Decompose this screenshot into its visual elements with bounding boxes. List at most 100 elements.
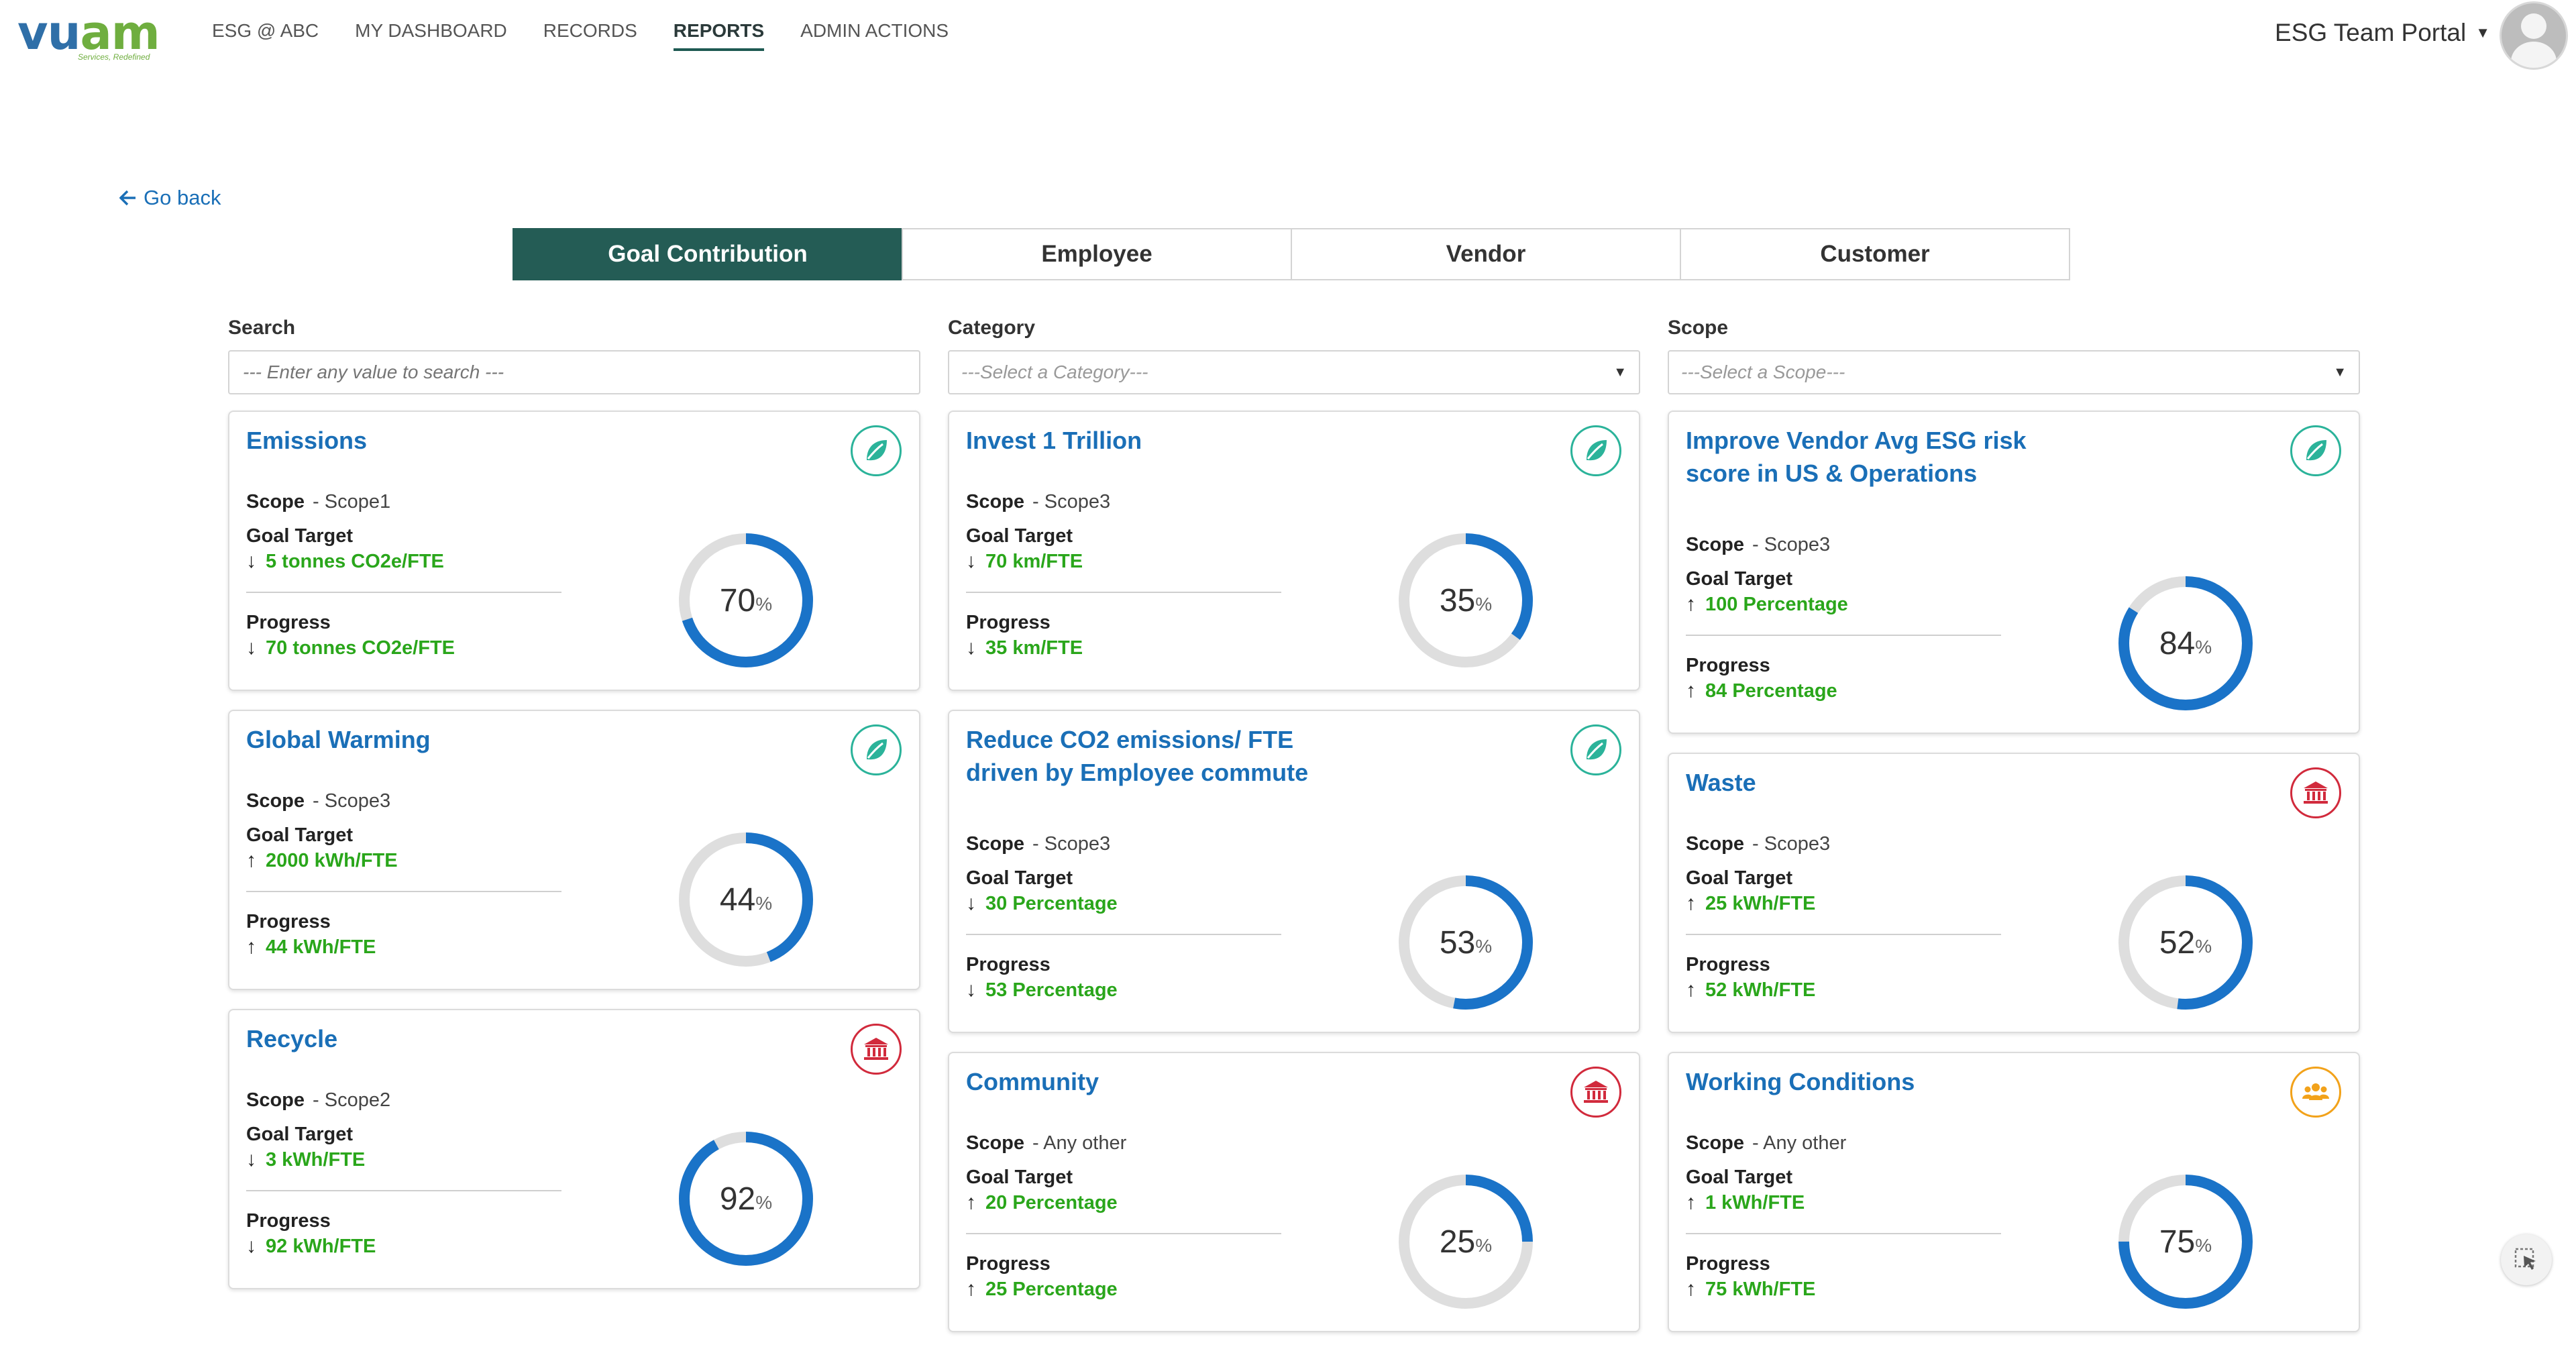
goal-card[interactable]: Reduce CO2 emissions/ FTE driven by Empl… (948, 710, 1640, 1033)
card-details: Scope - Any other Goal Target ↑ 20 Percentag… (966, 1132, 1281, 1301)
card-title[interactable]: Recycle (246, 1022, 595, 1055)
card-title[interactable]: Emissions (246, 424, 595, 457)
card-title[interactable]: Working Conditions (1686, 1065, 2035, 1098)
category-select[interactable]: ---Select a Category--- ▼ (948, 350, 1640, 394)
search-label: Search (228, 317, 296, 339)
card-category-badge (851, 1024, 902, 1075)
card-title[interactable]: Waste (1686, 766, 2035, 799)
report-tabs: Goal Contribution Employee Vendor Custom… (513, 228, 2070, 280)
cards-column-1: Emissions Scope - Scope1 Goal Target ↓ 5 tonn… (228, 411, 920, 1308)
divider (1686, 635, 2001, 636)
percent-number: 92 (719, 1181, 756, 1217)
cards-column-2: Invest 1 Trillion Scope - Scope3 Goal Targe… (948, 411, 1640, 1351)
search-filter: Search (228, 317, 920, 394)
divider (246, 891, 561, 892)
card-category-badge (2290, 767, 2341, 818)
arrow-up-icon: ↑ (1686, 593, 1696, 615)
tab-goal-contribution[interactable]: Goal Contribution (513, 228, 903, 280)
scope-value: - Scope3 (1752, 833, 1831, 855)
goal-card[interactable]: Working Conditions Scope - Any other Goal T… (1668, 1052, 2360, 1332)
tab-customer[interactable]: Customer (1680, 228, 2070, 280)
bank-icon (864, 1038, 888, 1060)
goal-target-value: ↑ 100 Percentage (1686, 593, 2001, 616)
percent-sign: % (1475, 1235, 1493, 1256)
arrow-up-icon: ↑ (1686, 680, 1696, 702)
progress-label: Progress (1686, 954, 1770, 975)
divider (246, 1190, 561, 1191)
goal-card[interactable]: Waste Scope - Scope3 Goal Target ↑ 25 kWh/FTE… (1668, 753, 2360, 1033)
category-filter: Category ---Select a Category--- ▼ (948, 317, 1640, 394)
goal-target-label: Goal Target (246, 824, 353, 846)
assist-button[interactable] (2501, 1234, 2552, 1285)
goal-card[interactable]: Invest 1 Trillion Scope - Scope3 Goal Targe… (948, 411, 1640, 691)
goal-target-label: Goal Target (966, 525, 1073, 547)
progress-donut: 84% (2115, 573, 2256, 714)
goal-card[interactable]: Improve Vendor Avg ESG risk score in US … (1668, 411, 2360, 734)
progress-text: 92 kWh/FTE (266, 1235, 376, 1257)
scope-label: Scope (966, 833, 1025, 855)
goal-target-value: ↑ 1 kWh/FTE (1686, 1191, 2001, 1214)
search-input[interactable] (241, 361, 888, 384)
nav-item-my-dashboard[interactable]: MY DASHBOARD (355, 20, 507, 51)
tab-vendor[interactable]: Vendor (1291, 228, 1681, 280)
arrow-up-icon: ↑ (1686, 892, 1696, 914)
progress-text: 52 kWh/FTE (1705, 979, 1816, 1001)
progress-label: Progress (246, 911, 331, 932)
progress-text: 44 kWh/FTE (266, 936, 376, 958)
progress-donut: 25% (1395, 1171, 1536, 1312)
donut-percent-label: 84% (2115, 573, 2256, 714)
card-title[interactable]: Invest 1 Trillion (966, 424, 1315, 457)
goal-card[interactable]: Global Warming Scope - Scope3 Goal Target ↑ 2… (228, 710, 920, 990)
leaf-icon (867, 440, 887, 461)
arrow-up-icon: ↑ (966, 1278, 976, 1300)
scope-select[interactable]: ---Select a Scope--- ▼ (1668, 350, 2360, 394)
progress-text: 35 km/FTE (985, 637, 1083, 659)
goal-target-text: 3 kWh/FTE (266, 1148, 366, 1171)
nav-item-records[interactable]: RECORDS (543, 20, 637, 51)
go-back-link[interactable]: Go back (119, 186, 221, 210)
card-title[interactable]: Global Warming (246, 723, 595, 756)
progress-value: ↑ 25 Percentage (966, 1278, 1281, 1301)
nav-item-reports[interactable]: REPORTS (673, 20, 765, 51)
progress-label: Progress (1686, 655, 1770, 676)
scope-line: Scope - Any other (966, 1132, 1281, 1154)
arrow-up-icon: ↑ (1686, 979, 1696, 1001)
progress-label: Progress (1686, 1253, 1770, 1275)
percent-number: 75 (2159, 1224, 2196, 1260)
divider (1686, 1233, 2001, 1234)
card-category-badge (1570, 425, 1621, 476)
goal-card[interactable]: Recycle Scope - Scope2 Goal Target ↓ 3 kWh/FT… (228, 1009, 920, 1289)
card-title[interactable]: Reduce CO2 emissions/ FTE driven by Empl… (966, 723, 1315, 789)
progress-label: Progress (246, 612, 331, 633)
scope-line: Scope - Scope3 (1686, 534, 2001, 556)
arrow-up-icon: ↑ (246, 936, 256, 958)
goal-target-text: 2000 kWh/FTE (266, 849, 398, 871)
card-details: Scope - Any other Goal Target ↑ 1 kWh/FTE Pro… (1686, 1132, 2001, 1301)
percent-number: 44 (719, 881, 756, 918)
scope-label: Scope (246, 1089, 305, 1111)
goal-card[interactable]: Emissions Scope - Scope1 Goal Target ↓ 5 tonn… (228, 411, 920, 691)
arrow-down-icon: ↓ (966, 979, 976, 1001)
nav-item-esg[interactable]: ESG @ ABC (212, 20, 319, 51)
goal-target-value: ↓ 3 kWh/FTE (246, 1148, 561, 1171)
user-avatar[interactable] (2500, 1, 2568, 70)
percent-sign: % (755, 1192, 773, 1213)
progress-value: ↓ 70 tonnes CO2e/FTE (246, 637, 561, 659)
card-details: Scope - Scope3 Goal Target ↑ 100 Percentage P… (1686, 534, 2001, 702)
arrow-down-icon: ↓ (966, 892, 976, 914)
card-category-badge (851, 724, 902, 775)
donut-percent-label: 35% (1395, 530, 1536, 671)
scope-filter: Scope ---Select a Scope--- ▼ (1668, 317, 2360, 394)
nav-item-admin-actions[interactable]: ADMIN ACTIONS (800, 20, 949, 51)
goal-target-value: ↑ 25 kWh/FTE (1686, 892, 2001, 915)
portal-switcher[interactable]: ESG Team Portal ▼ (2275, 19, 2490, 47)
card-category-badge (1570, 724, 1621, 775)
card-title[interactable]: Improve Vendor Avg ESG risk score in US … (1686, 424, 2035, 490)
tab-employee[interactable]: Employee (902, 228, 1292, 280)
card-title[interactable]: Community (966, 1065, 1315, 1098)
progress-label: Progress (966, 1253, 1051, 1275)
goal-card[interactable]: Community Scope - Any other Goal Target ↑ 20 … (948, 1052, 1640, 1332)
progress-value: ↓ 92 kWh/FTE (246, 1235, 561, 1258)
donut-percent-label: 25% (1395, 1171, 1536, 1312)
vuram-logo[interactable]: vuam Services, Redefined (17, 5, 160, 64)
